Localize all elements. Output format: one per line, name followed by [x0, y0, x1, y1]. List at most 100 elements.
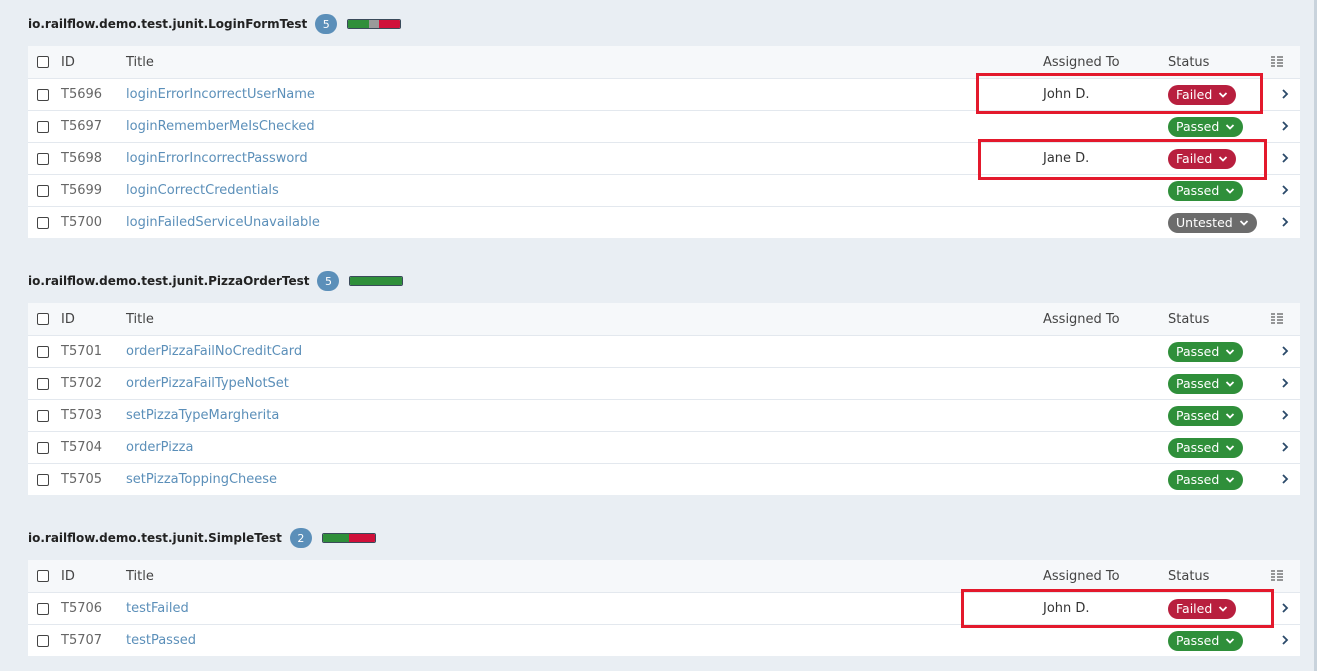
progress-failed: [348, 534, 375, 542]
column-header-title: Title: [126, 311, 154, 327]
test-id: T5700: [61, 215, 103, 230]
column-header-id: ID: [61, 54, 75, 70]
status-dropdown[interactable]: Passed: [1168, 341, 1244, 362]
progress-bar: [321, 533, 376, 543]
chevron-right-icon[interactable]: [1280, 473, 1290, 485]
column-chooser-icon[interactable]: [1271, 312, 1283, 324]
section-header-loginformtest: io.railflow.demo.test.junit.LoginFormTes…: [28, 14, 402, 34]
column-chooser-icon[interactable]: [1271, 569, 1283, 581]
table-row[interactable]: T5697 loginRememberMeIsChecked Passed: [28, 110, 1300, 142]
test-id: T5703: [61, 408, 103, 423]
test-id: T5697: [61, 119, 103, 134]
table-row[interactable]: T5707 testPassed Passed: [28, 624, 1300, 656]
status-cell: Passed: [1168, 630, 1244, 651]
status-dropdown[interactable]: Passed: [1168, 630, 1244, 651]
test-id: T5707: [61, 633, 103, 648]
test-title-link[interactable]: setPizzaToppingCheese: [126, 472, 277, 487]
row-checkbox[interactable]: [37, 634, 49, 647]
column-header-title: Title: [126, 568, 154, 584]
column-header-id: ID: [61, 311, 75, 327]
select-all-checkbox[interactable]: [37, 313, 49, 325]
test-title-link[interactable]: testFailed: [126, 601, 189, 616]
test-title-link[interactable]: testPassed: [126, 633, 196, 648]
progress-failed: [379, 20, 401, 28]
status-label: Untested: [1176, 215, 1233, 230]
status-cell: Passed: [1168, 469, 1244, 490]
status-dropdown[interactable]: Passed: [1168, 469, 1244, 490]
chevron-right-icon[interactable]: [1280, 409, 1290, 421]
chevron-right-icon[interactable]: [1280, 441, 1290, 453]
row-checkbox[interactable]: [37, 216, 49, 229]
chevron-down-icon: [1226, 412, 1235, 419]
test-title-link[interactable]: loginFailedServiceUnavailable: [126, 215, 320, 230]
row-checkbox[interactable]: [37, 120, 49, 133]
status-dropdown[interactable]: Passed: [1168, 405, 1244, 426]
status-cell: Passed: [1168, 116, 1244, 137]
status-dropdown[interactable]: Passed: [1168, 437, 1244, 458]
table-row[interactable]: T5705 setPizzaToppingCheese Passed: [28, 463, 1300, 495]
row-checkbox[interactable]: [37, 152, 49, 165]
chevron-right-icon[interactable]: [1280, 184, 1290, 196]
row-checkbox[interactable]: [37, 473, 49, 486]
highlight-box: [976, 73, 1263, 114]
test-title-link[interactable]: loginErrorIncorrectUserName: [126, 87, 315, 102]
section-title: io.railflow.demo.test.junit.PizzaOrderTe…: [28, 274, 310, 288]
status-label: Passed: [1176, 344, 1220, 359]
chevron-down-icon: [1226, 380, 1235, 387]
status-label: Passed: [1176, 408, 1220, 423]
test-id: T5699: [61, 183, 103, 198]
table-row[interactable]: T5703 setPizzaTypeMargherita Passed: [28, 399, 1300, 431]
row-checkbox[interactable]: [37, 441, 49, 454]
table-row[interactable]: T5700 loginFailedServiceUnavailable Untest…: [28, 206, 1300, 238]
chevron-right-icon[interactable]: [1280, 88, 1290, 100]
status-dropdown[interactable]: Passed: [1168, 116, 1244, 137]
column-chooser-icon[interactable]: [1271, 55, 1283, 67]
test-title-link[interactable]: setPizzaTypeMargherita: [126, 408, 279, 423]
chevron-right-icon[interactable]: [1280, 216, 1290, 228]
row-checkbox[interactable]: [37, 345, 49, 358]
table-row[interactable]: T5701 orderPizzaFailNoCreditCard Passed: [28, 335, 1300, 367]
select-all-checkbox[interactable]: [37, 570, 49, 582]
row-checkbox[interactable]: [37, 409, 49, 422]
table-row[interactable]: T5702 orderPizzaFailTypeNotSet Passed: [28, 367, 1300, 399]
test-title-link[interactable]: orderPizzaFailNoCreditCard: [126, 344, 302, 359]
row-checkbox[interactable]: [37, 184, 49, 197]
test-title-link[interactable]: loginErrorIncorrectPassword: [126, 151, 308, 166]
test-title-link[interactable]: loginRememberMeIsChecked: [126, 119, 315, 134]
status-label: Passed: [1176, 119, 1220, 134]
row-checkbox[interactable]: [37, 88, 49, 101]
progress-passed: [348, 20, 370, 28]
test-title-link[interactable]: loginCorrectCredentials: [126, 183, 279, 198]
chevron-right-icon[interactable]: [1280, 120, 1290, 132]
chevron-right-icon[interactable]: [1280, 377, 1290, 389]
status-dropdown[interactable]: Untested: [1168, 212, 1257, 233]
status-label: Passed: [1176, 440, 1220, 455]
chevron-down-icon: [1226, 476, 1235, 483]
chevron-down-icon: [1226, 637, 1235, 644]
table-row[interactable]: T5704 orderPizza Passed: [28, 431, 1300, 463]
status-cell: Passed: [1168, 373, 1244, 394]
status-dropdown[interactable]: Passed: [1168, 373, 1244, 394]
status-cell: Passed: [1168, 180, 1244, 201]
chevron-down-icon: [1226, 123, 1235, 130]
status-dropdown[interactable]: Passed: [1168, 180, 1244, 201]
status-label: Passed: [1176, 633, 1220, 648]
chevron-right-icon[interactable]: [1280, 634, 1290, 646]
section-header-pizzaordertest: io.railflow.demo.test.junit.PizzaOrderTe…: [28, 271, 404, 291]
status-cell: Untested: [1168, 212, 1257, 233]
row-checkbox[interactable]: [37, 377, 49, 390]
table-header-row: ID Title Assigned To Status: [28, 303, 1300, 335]
chevron-right-icon[interactable]: [1280, 345, 1290, 357]
select-all-checkbox[interactable]: [37, 56, 49, 68]
row-checkbox[interactable]: [37, 602, 49, 615]
test-title-link[interactable]: orderPizza: [126, 440, 193, 455]
chevron-down-icon: [1226, 187, 1235, 194]
progress-bar: [349, 276, 404, 286]
status-label: Passed: [1176, 472, 1220, 487]
chevron-right-icon[interactable]: [1280, 152, 1290, 164]
chevron-right-icon[interactable]: [1280, 602, 1290, 614]
section-header-simpletest: io.railflow.demo.test.junit.SimpleTest 2: [28, 528, 376, 548]
column-header-status: Status: [1168, 54, 1210, 70]
progress-passed: [350, 277, 403, 285]
test-title-link[interactable]: orderPizzaFailTypeNotSet: [126, 376, 289, 391]
